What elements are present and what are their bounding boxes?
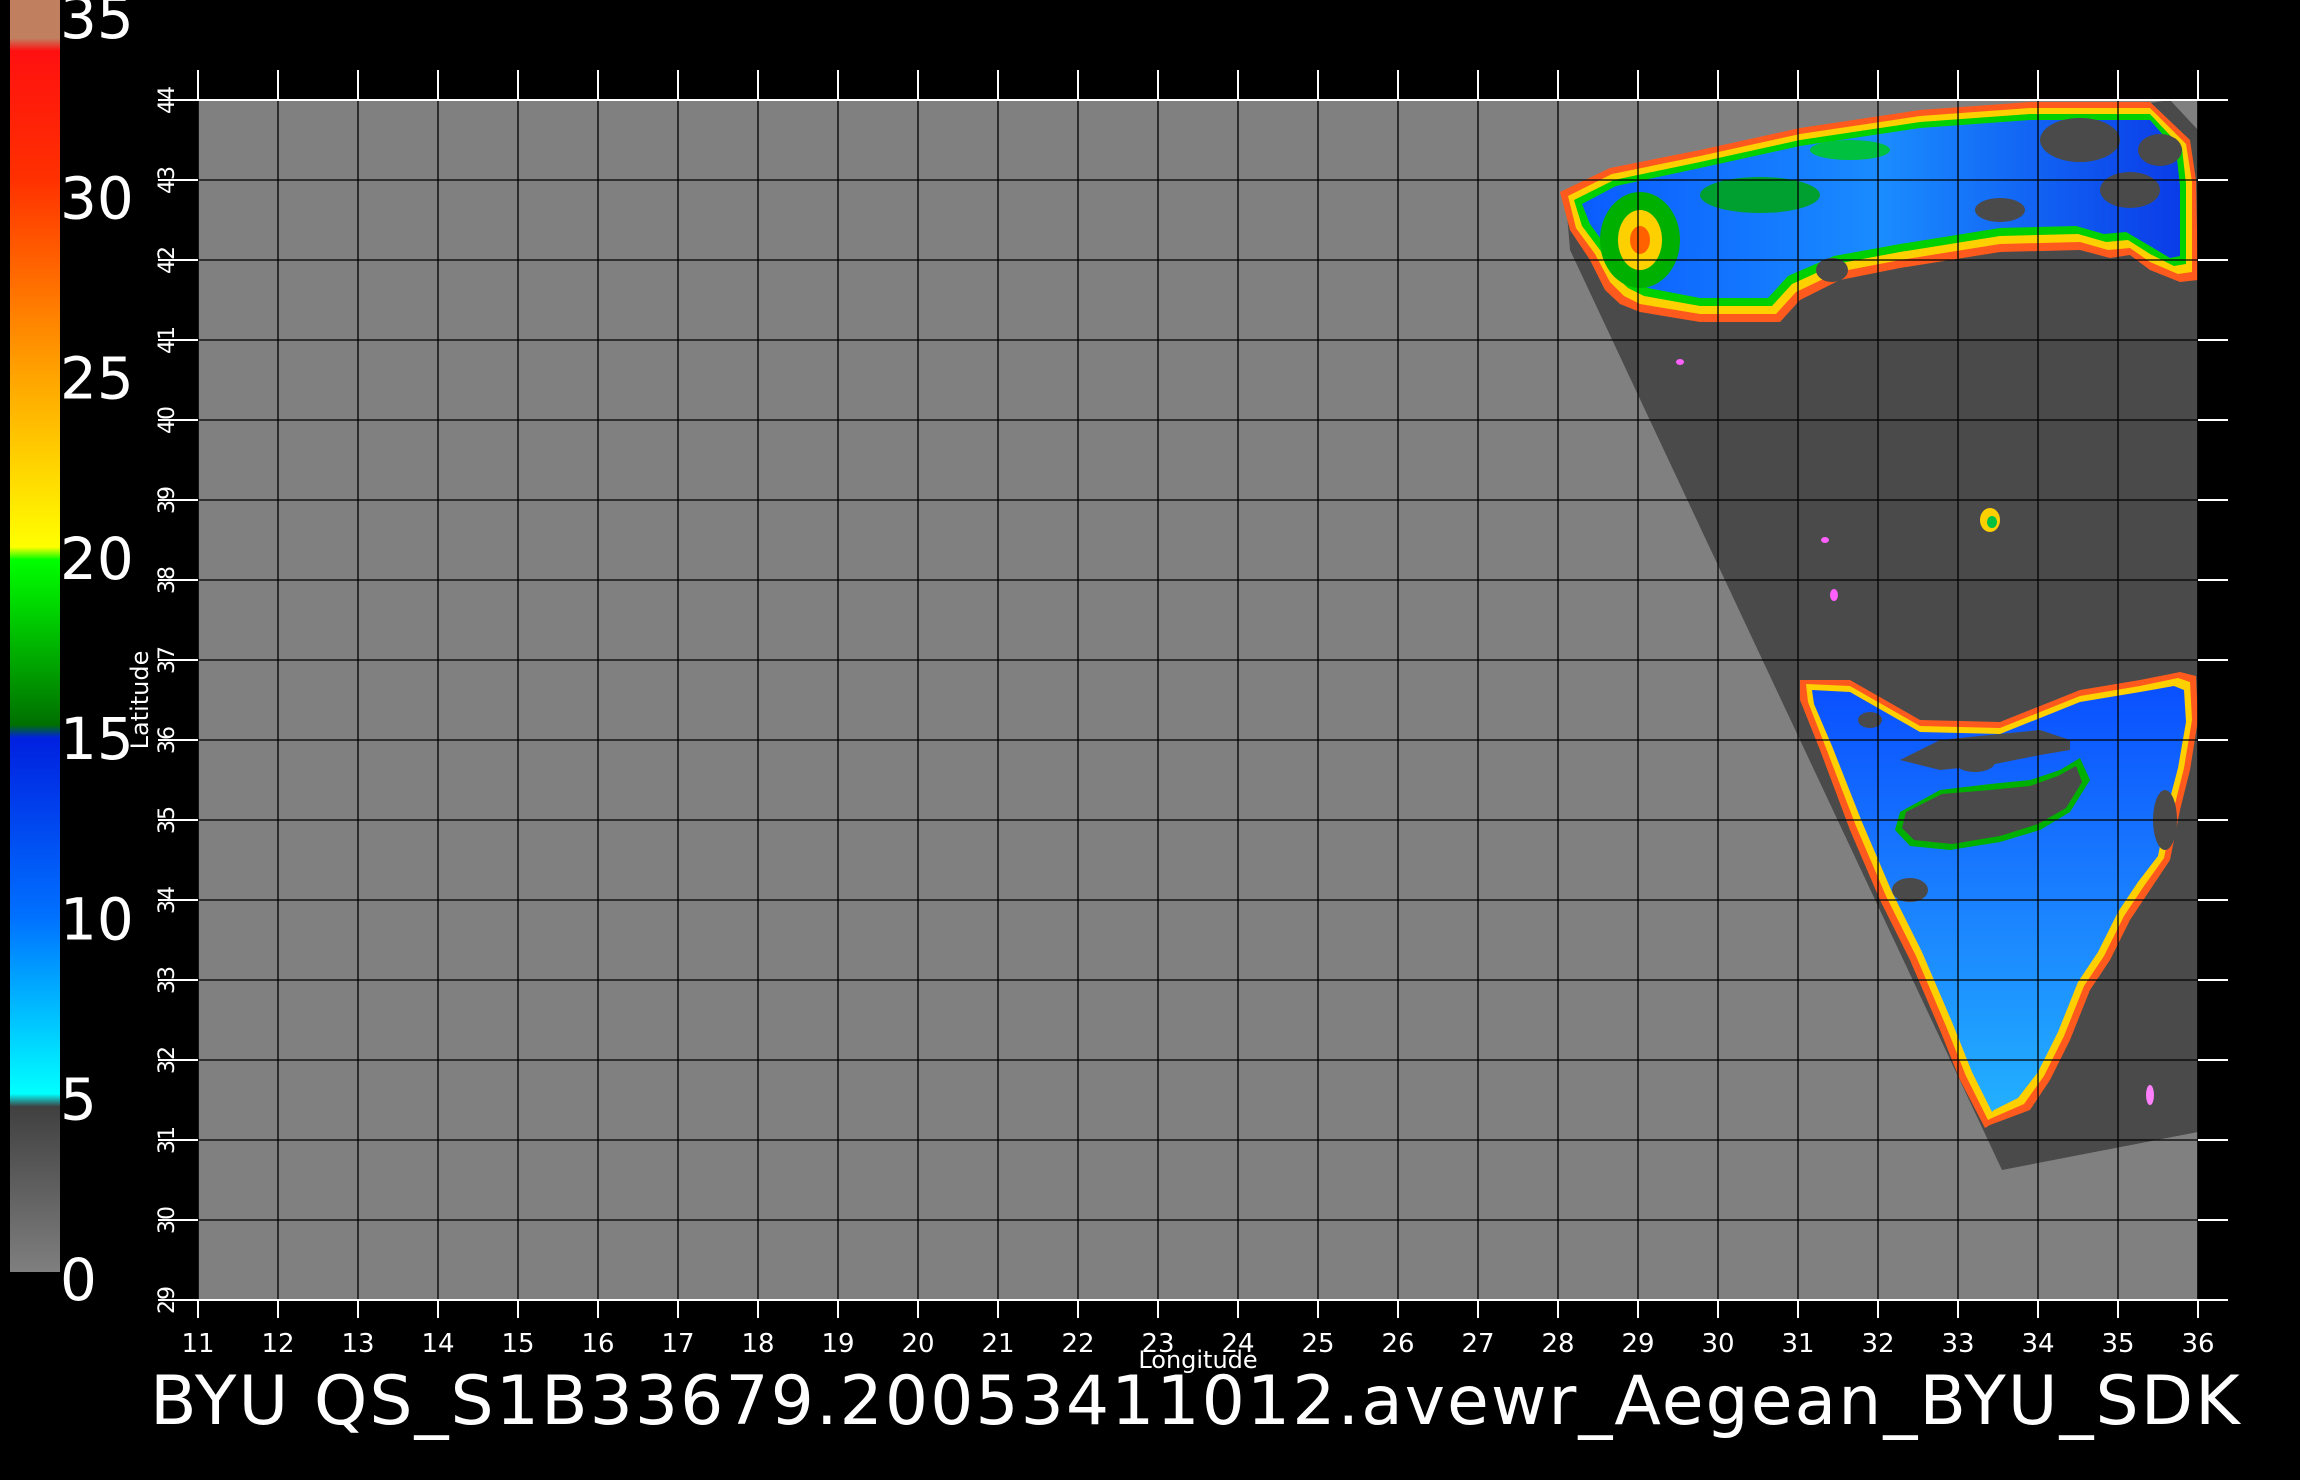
- lon-tick-label: 22: [1061, 1329, 1094, 1359]
- lon-tick-label: 28: [1541, 1329, 1574, 1359]
- colorbar-tick-label: 30: [60, 164, 134, 232]
- lat-tick-label: 31: [155, 1126, 180, 1154]
- lon-tick-label: 12: [261, 1329, 294, 1359]
- lon-tick-label: 21: [981, 1329, 1014, 1359]
- colorbar: 0 5 10 15 20 25 30 35: [10, 0, 134, 1314]
- lat-tick-label: 35: [155, 806, 180, 834]
- lon-tick-label: 27: [1461, 1329, 1494, 1359]
- lon-tick-label: 29: [1621, 1329, 1654, 1359]
- colorbar-tick-labels: 0 5 10 15 20 25 30 35: [60, 0, 134, 1314]
- lon-tick-label: 26: [1381, 1329, 1414, 1359]
- figure-title: BYU QS_S1B33679.20053411012.avewr_Aegean…: [150, 1362, 2242, 1441]
- lon-tick-label: 19: [821, 1329, 854, 1359]
- lon-tick-label: 25: [1301, 1329, 1334, 1359]
- lon-tick-label: 16: [581, 1329, 614, 1359]
- lat-tick-label: 39: [155, 486, 180, 514]
- lat-tick-label: 43: [155, 166, 180, 194]
- lat-tick-label: 37: [155, 646, 180, 674]
- map-figure: 0 5 10 15 20 25 30 35 11 12 13 14 15 16 17 18 1…: [10, 0, 2228, 1374]
- lon-tick-label: 34: [2021, 1329, 2054, 1359]
- colorbar-tick-label: 5: [60, 1066, 97, 1134]
- colorbar-tick-label: 10: [60, 885, 134, 953]
- lat-tick-label: 38: [155, 566, 180, 594]
- lat-tick-label: 34: [155, 886, 180, 914]
- lat-tick-label: 32: [155, 1046, 180, 1074]
- lon-tick-label: 31: [1781, 1329, 1814, 1359]
- colorbar-tick-label: 0: [60, 1246, 97, 1314]
- colorbar-gradient: [10, 0, 60, 1272]
- lat-tick-label: 40: [155, 406, 180, 434]
- lon-tick-label: 32: [1861, 1329, 1894, 1359]
- lon-tick-label: 35: [2101, 1329, 2134, 1359]
- lat-tick-label: 41: [155, 326, 180, 354]
- lon-tick-label: 15: [501, 1329, 534, 1359]
- lon-tick-label: 13: [341, 1329, 374, 1359]
- lat-tick-label: 36: [155, 726, 180, 754]
- lon-tick-label: 36: [2181, 1329, 2214, 1359]
- lon-tick-label: 14: [421, 1329, 454, 1359]
- colorbar-tick-label: 35: [60, 0, 134, 52]
- lat-tick-label: 42: [155, 246, 180, 274]
- colorbar-tick-label: 25: [60, 345, 134, 413]
- colorbar-tick-label: 20: [60, 525, 134, 593]
- lon-tick-label: 33: [1941, 1329, 1974, 1359]
- y-axis-label: Latitude: [126, 651, 154, 750]
- lat-tick-label: 30: [155, 1206, 180, 1234]
- lon-tick-label: 30: [1701, 1329, 1734, 1359]
- lon-tick-label: 11: [181, 1329, 214, 1359]
- lon-tick-label: 17: [661, 1329, 694, 1359]
- lon-tick-label: 18: [741, 1329, 774, 1359]
- lon-tick-label: 20: [901, 1329, 934, 1359]
- lat-tick-label: 33: [155, 966, 180, 994]
- map-plot: [197, 99, 2199, 1301]
- colorbar-tick-label: 15: [60, 705, 134, 773]
